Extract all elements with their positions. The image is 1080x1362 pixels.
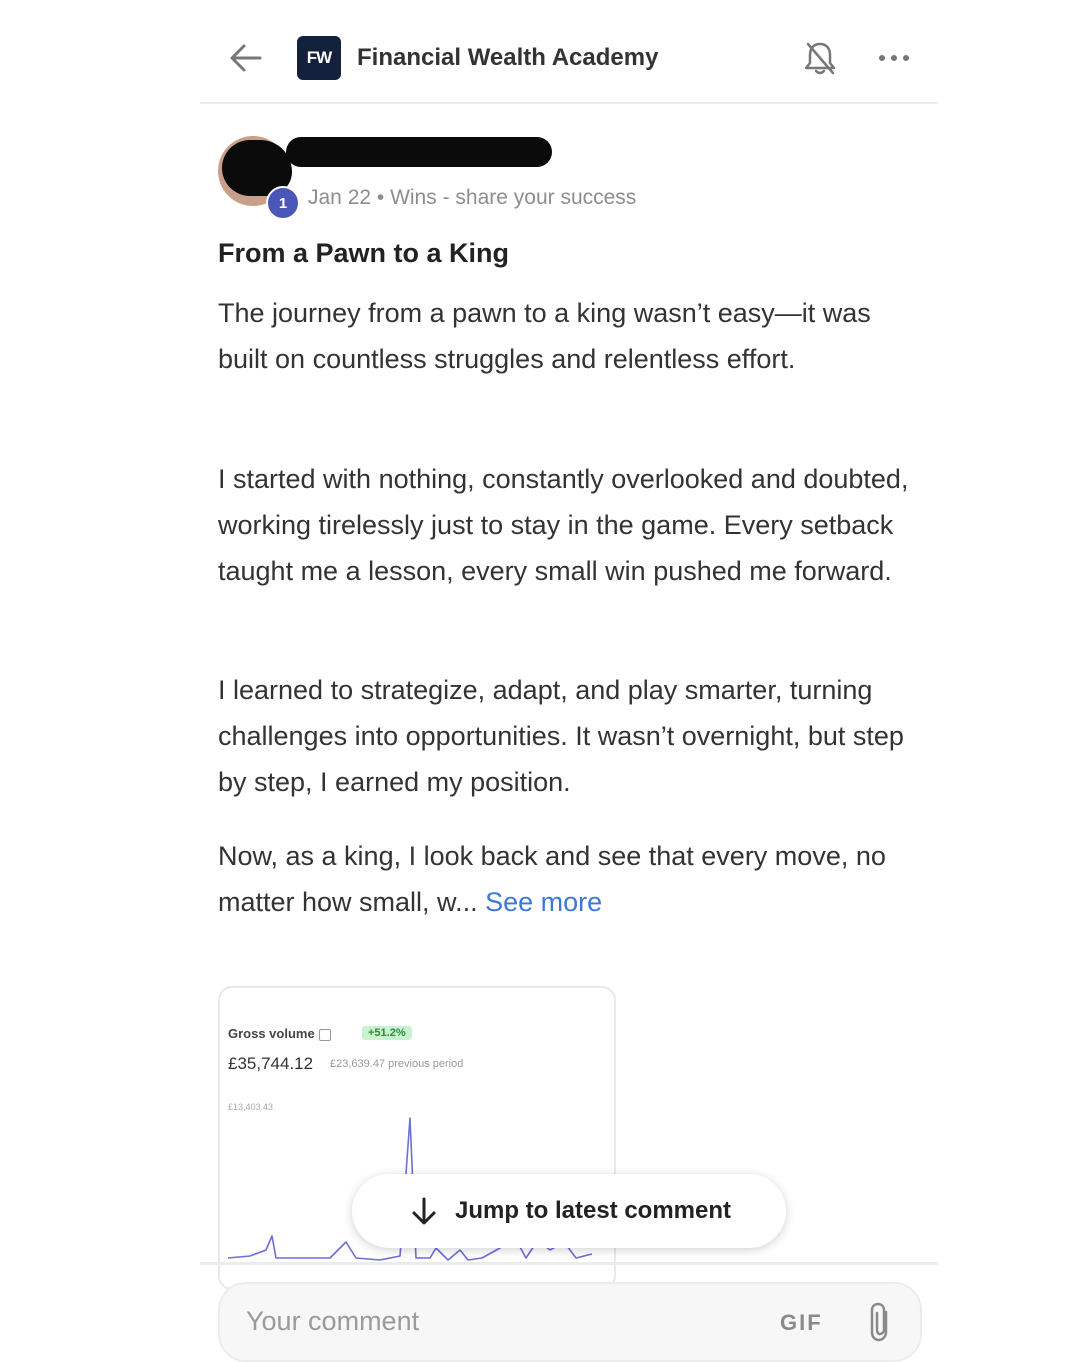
jump-to-latest-comment-button[interactable]: Jump to latest comment — [352, 1174, 786, 1248]
arrow-left-icon[interactable] — [226, 40, 266, 76]
group-header: FW Financial Wealth Academy — [200, 22, 938, 94]
comment-divider — [200, 1262, 938, 1265]
comment-bar: GIF — [218, 1282, 922, 1362]
post-meta: Jan 22 • Wins - share your success — [308, 186, 637, 209]
jump-label: Jump to latest comment — [454, 1197, 732, 1224]
previous-period: £23,639.47 previous period — [330, 1058, 464, 1070]
paperclip-icon[interactable] — [862, 1300, 898, 1344]
comment-input[interactable] — [244, 1298, 728, 1344]
post-paragraph: I learned to strategize, adapt, and play… — [218, 675, 904, 797]
gross-volume-amount: £35,744.12 — [228, 1054, 314, 1073]
level-badge: 1 — [266, 186, 300, 220]
see-more-link[interactable]: See more — [485, 887, 602, 917]
header-divider — [200, 102, 938, 104]
bell-off-icon[interactable] — [800, 38, 840, 78]
arrow-down-icon — [412, 1197, 436, 1225]
gross-volume-label: Gross volume — [228, 1026, 331, 1041]
gross-volume-text: Gross volume — [228, 1026, 315, 1041]
author-name-redaction — [286, 137, 552, 167]
info-icon — [318, 1028, 331, 1041]
growth-badge: +51.2% — [362, 1026, 412, 1040]
gif-button[interactable]: GIF — [780, 1310, 823, 1336]
group-title[interactable]: Financial Wealth Academy — [357, 44, 658, 72]
group-logo[interactable]: FW — [297, 36, 341, 80]
post-paragraph-truncated: Now, as a king, I look back and see that… — [218, 833, 918, 925]
app-frame: FW Financial Wealth Academy 1 Jan 22 • W… — [200, 0, 938, 1362]
post-paragraph: I started with nothing, constantly overl… — [218, 464, 909, 586]
post-title: From a Pawn to a King — [218, 238, 510, 268]
more-horizontal-icon[interactable] — [872, 40, 916, 76]
post-paragraph: The journey from a pawn to a king wasn’t… — [218, 298, 871, 374]
